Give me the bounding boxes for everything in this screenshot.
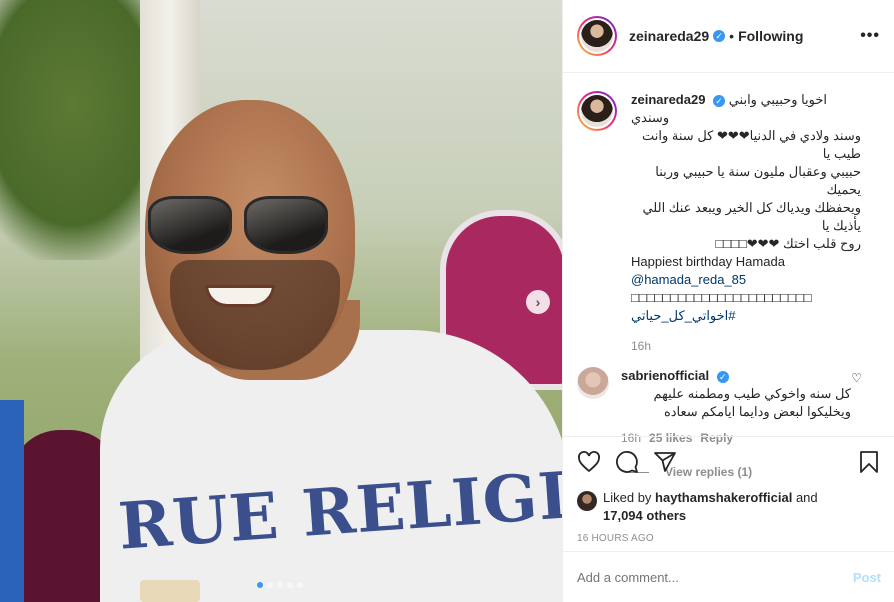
- caption-line: روح قلب اختك ❤❤❤□□□□: [715, 236, 861, 251]
- carousel-dot: [297, 582, 303, 588]
- verified-badge-icon: ✓: [713, 95, 726, 107]
- liker-avatar[interactable]: [577, 491, 597, 511]
- comment-item: sabrienofficial ✓ كل سنه واخوكي طيب ومطم…: [577, 367, 880, 447]
- carousel-dot: [277, 582, 283, 588]
- carousel-dots: [257, 582, 303, 588]
- share-icon[interactable]: [653, 450, 677, 474]
- caption-line: ويحفظك ويدياك كل الخير ويبعد عنك اللي يأ…: [642, 200, 861, 233]
- post-header: zeinareda29 ✓ • Following •••: [563, 0, 894, 73]
- comments-section[interactable]: zeinareda29 ✓ اخويا وحبيبي وابني وسندي و…: [563, 73, 894, 479]
- add-comment-bar: Post: [563, 551, 894, 602]
- caption-line: وسند ولادي في الدنيا❤❤❤ كل سنة وانت طيب …: [642, 128, 861, 161]
- post-actions: Liked by haythamshakerofficial and 17,09…: [563, 436, 894, 544]
- header-separator: •: [729, 28, 735, 44]
- caption: zeinareda29 ✓ اخويا وحبيبي وابني وسندي و…: [577, 91, 880, 355]
- caption-hashtag-link[interactable]: #اخواتي_كل_حياتي: [631, 307, 861, 325]
- caption-username[interactable]: zeinareda29: [631, 92, 705, 107]
- likes-count[interactable]: 17,094 others: [603, 508, 686, 523]
- carousel-dot: [267, 582, 273, 588]
- action-icons: [577, 447, 881, 477]
- comment-body: sabrienofficial ✓ كل سنه واخوكي طيب ومطم…: [621, 367, 851, 447]
- caption-avatar-image: [581, 95, 613, 127]
- carousel-dot: [287, 582, 293, 588]
- post-comment-button[interactable]: Post: [853, 570, 881, 585]
- post-image[interactable]: RUE RELIGION: [0, 0, 562, 602]
- post-panel: zeinareda29 ✓ • Following ••• zeinareda2…: [562, 0, 894, 602]
- comment-icon[interactable]: [615, 450, 639, 474]
- author-username[interactable]: zeinareda29: [629, 28, 709, 44]
- photo-lens-right: [244, 196, 328, 254]
- verified-badge-icon: ✓: [716, 371, 729, 383]
- commenter-username[interactable]: sabrienofficial: [621, 368, 709, 383]
- liked-by-prefix: Liked by: [603, 490, 656, 505]
- bookmark-icon[interactable]: [857, 450, 881, 474]
- caption-body: zeinareda29 ✓ اخويا وحبيبي وابني وسندي و…: [631, 91, 861, 355]
- liker-username[interactable]: haythamshakerofficial: [655, 490, 792, 505]
- verified-badge-icon: ✓: [713, 30, 726, 42]
- caption-mention-tail: □□□□□□□□□□□□□□□□□□□□□□□: [631, 290, 812, 305]
- heart-icon[interactable]: [577, 450, 601, 474]
- comment-like-icon[interactable]: ♡: [851, 371, 862, 385]
- post-timestamp[interactable]: 16 HOURS AGO: [577, 533, 881, 544]
- caption-time[interactable]: 16h: [631, 337, 861, 355]
- author-avatar-image: [581, 20, 613, 52]
- comment-input[interactable]: [577, 569, 853, 585]
- liked-by: Liked by haythamshakerofficial and 17,09…: [577, 489, 881, 525]
- carousel-dot: [257, 582, 263, 588]
- author-avatar[interactable]: [577, 16, 617, 56]
- liked-by-middle: and: [792, 490, 818, 505]
- following-button[interactable]: Following: [738, 28, 803, 44]
- photo-cup: [140, 580, 200, 602]
- caption-english: Happiest birthday Hamada: [631, 254, 785, 269]
- photo-lens-left: [148, 196, 232, 254]
- photo-smile: [205, 285, 275, 307]
- caption-mention-link[interactable]: @hamada_reda_85: [631, 272, 746, 287]
- photo-person-arm: [0, 400, 24, 602]
- comment-text: كل سنه واخوكي طيب ومطمنه عليهم ويخليكوا …: [653, 386, 851, 419]
- caption-author-avatar[interactable]: [577, 91, 617, 131]
- more-options-icon[interactable]: •••: [860, 27, 880, 45]
- photo-sunglasses: [148, 188, 338, 260]
- caption-line: حبيبي وعقبال مليون سنة يا حبيبي وربنا يح…: [655, 164, 861, 197]
- commenter-avatar[interactable]: [577, 367, 609, 399]
- carousel-next-button[interactable]: ›: [526, 290, 550, 314]
